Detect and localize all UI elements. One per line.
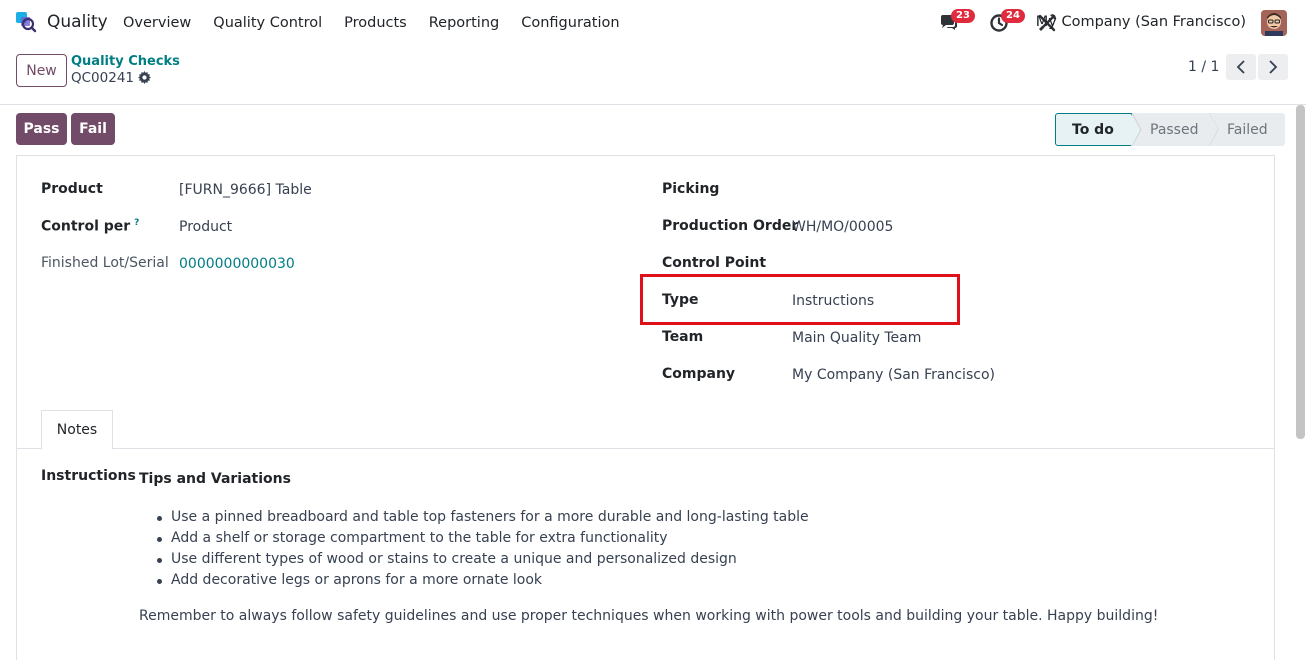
stage-passed[interactable]: Passed — [1132, 113, 1218, 146]
list-item: Add a shelf or storage compartment to th… — [157, 528, 809, 549]
menu-reporting[interactable]: Reporting — [418, 15, 511, 31]
breadcrumb-parent[interactable]: Quality Checks — [71, 54, 180, 69]
menu-quality-control[interactable]: Quality Control — [202, 15, 333, 31]
list-item: Use different types of wood or stains to… — [157, 549, 809, 570]
stage-arrow — [1209, 113, 1218, 146]
menu-configuration[interactable]: Configuration — [510, 15, 630, 31]
status-bar: To do Passed Failed — [1055, 113, 1285, 147]
pass-button[interactable]: Pass — [16, 113, 67, 145]
picking-label: Picking — [662, 181, 720, 197]
gear-icon[interactable] — [138, 71, 151, 84]
app-name[interactable]: Quality — [47, 12, 108, 32]
control-per-field[interactable]: Product — [179, 219, 232, 235]
chevron-left-icon[interactable] — [1226, 54, 1256, 80]
control-point-label: Control Point — [662, 255, 767, 271]
chat-icon[interactable]: 23 — [939, 9, 975, 33]
notes-closing-text: Remember to always follow safety guideli… — [139, 608, 1159, 624]
product-label: Product — [41, 181, 103, 197]
notes-heading: Tips and Variations — [139, 471, 291, 487]
production-order-field[interactable]: WH/MO/00005 — [792, 219, 893, 235]
quality-app-icon[interactable] — [15, 11, 37, 33]
product-field[interactable]: [FURN_9666] Table — [179, 182, 312, 198]
activity-clock-icon[interactable]: 24 — [989, 9, 1025, 33]
scrollbar[interactable] — [1296, 105, 1305, 439]
breadcrumb-current: QC00241 — [71, 70, 134, 86]
pager-value[interactable]: 1 / 1 — [1188, 59, 1219, 75]
team-field[interactable]: Main Quality Team — [792, 330, 921, 346]
instructions-label: Instructions — [41, 468, 136, 484]
fail-button[interactable]: Fail — [71, 113, 115, 145]
stage-todo-label: To do — [1072, 121, 1114, 138]
messages-badge: 23 — [951, 9, 975, 23]
team-label: Team — [662, 329, 704, 345]
finished-lot-link[interactable]: 0000000000030 — [179, 256, 295, 272]
top-navbar: Quality Overview Quality Control Product… — [0, 0, 1306, 46]
production-order-label: Production Order — [662, 218, 799, 234]
stage-arrow — [1131, 114, 1140, 147]
menu-overview[interactable]: Overview — [112, 15, 202, 31]
company-field[interactable]: My Company (San Francisco) — [792, 367, 995, 383]
list-item: Add decorative legs or aprons for a more… — [157, 570, 809, 591]
company-label: Company — [662, 366, 736, 382]
finished-lot-label: Finished Lot/Serial — [41, 255, 169, 271]
new-button[interactable]: New — [16, 54, 67, 87]
list-item: Use a pinned breadboard and table top fa… — [157, 507, 809, 528]
chevron-right-icon[interactable] — [1258, 54, 1288, 80]
control-panel: New Quality Checks QC00241 1 / 1 — [0, 46, 1306, 105]
avatar[interactable] — [1261, 10, 1287, 36]
main-menu: Overview Quality Control Products Report… — [112, 0, 631, 46]
stage-todo[interactable]: To do — [1055, 113, 1140, 147]
menu-products[interactable]: Products — [333, 15, 418, 31]
control-per-label-text: Control per — [41, 218, 131, 235]
company-switcher[interactable]: My Company (San Francisco) — [1036, 14, 1246, 30]
control-per-label: Control per? — [41, 218, 139, 235]
tab-notes[interactable]: Notes — [41, 410, 113, 450]
notes-bullet-list: Use a pinned breadboard and table top fa… — [157, 507, 809, 591]
activities-badge: 24 — [1001, 9, 1025, 23]
stage-failed-label: Failed — [1227, 121, 1268, 138]
stage-failed[interactable]: Failed — [1209, 113, 1285, 146]
stage-passed-label: Passed — [1150, 121, 1199, 138]
notebook-tabs — [16, 448, 1275, 449]
highlight-box — [640, 274, 960, 325]
help-tooltip-icon[interactable]: ? — [134, 218, 139, 228]
